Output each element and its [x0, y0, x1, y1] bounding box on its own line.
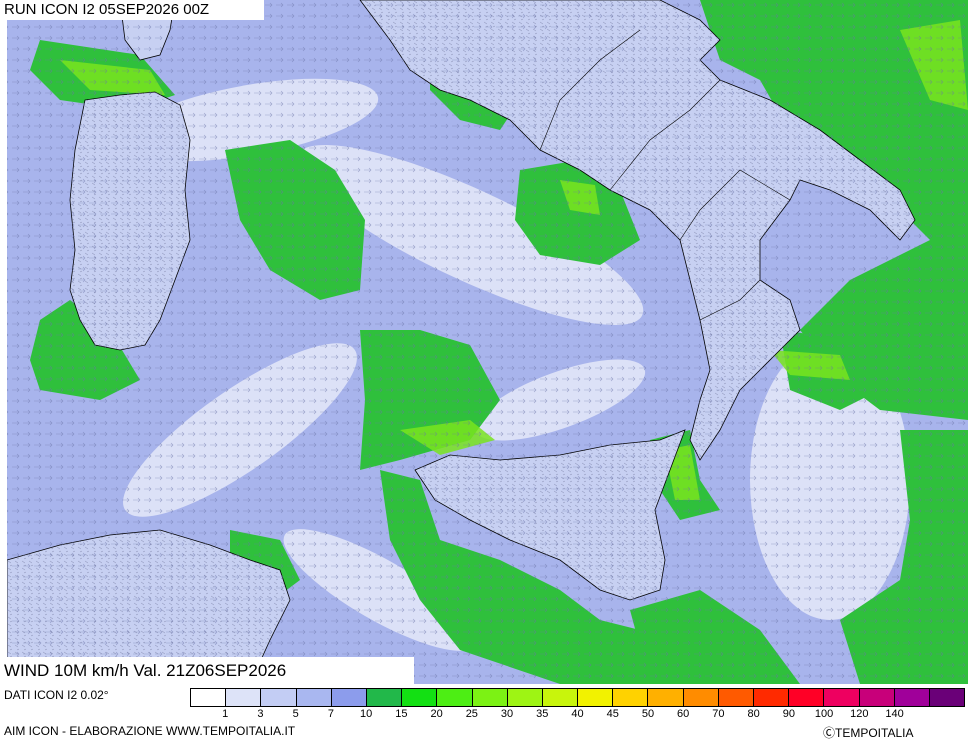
scale-swatch	[366, 689, 403, 706]
scale-tick-label: 40	[571, 708, 584, 720]
scale-tick-label: 120	[850, 708, 869, 720]
scale-tick-label: 80	[747, 708, 760, 720]
scale-swatch	[191, 689, 227, 706]
scale-tick-label: 70	[712, 708, 725, 720]
scale-swatch	[507, 689, 543, 706]
scale-tick-label: 15	[395, 708, 408, 720]
scale-swatch	[578, 689, 614, 706]
scale-tick-label: 10	[360, 708, 373, 720]
scale-tick-label: 90	[782, 708, 795, 720]
scale-tick-label: 7	[327, 708, 334, 720]
source-credit: AIM ICON - ELABORAZIONE WWW.TEMPOITALIA.…	[4, 724, 296, 738]
scale-swatch	[402, 689, 438, 706]
scale-swatch	[472, 689, 508, 706]
scale-tick-label: 140	[885, 708, 904, 720]
scale-swatch	[296, 689, 332, 706]
scale-swatch	[894, 689, 930, 706]
scale-tick-label: 25	[465, 708, 478, 720]
scale-swatch	[683, 689, 719, 706]
color-scale-labels: 1 3 5 7 10 15 20 25 30 35 40 45 50 60 70 80 90 100 120 140	[190, 708, 965, 724]
scale-swatch	[718, 689, 754, 706]
scale-swatch	[859, 689, 895, 706]
scale-swatch	[542, 689, 579, 706]
scale-swatch	[331, 689, 367, 706]
color-scale	[190, 688, 965, 707]
scale-tick-label: 100	[814, 708, 834, 720]
scale-tick-label: 5	[292, 708, 299, 720]
wind-map	[7, 0, 968, 684]
scale-tick-label: 3	[257, 708, 264, 720]
scale-swatch	[648, 689, 684, 706]
scale-tick-label: 30	[500, 708, 514, 720]
scale-swatch	[789, 689, 825, 706]
data-source-label: DATI ICON I2 0.02°	[4, 688, 109, 702]
scale-tick-label: 45	[606, 708, 619, 720]
scale-tick-label: 50	[641, 708, 655, 720]
scale-swatch	[929, 689, 965, 706]
scale-swatch	[226, 689, 262, 706]
scale-swatch	[613, 689, 649, 706]
run-title: RUN ICON I2 05SEP2026 00Z	[0, 0, 264, 20]
scale-swatch	[824, 689, 860, 706]
scale-tick-label: 20	[430, 708, 443, 720]
scale-swatch	[261, 689, 297, 706]
scale-tick-label: 1	[222, 708, 229, 720]
scale-swatch	[437, 689, 473, 706]
variable-title: WIND 10M km/h Val. 21Z06SEP2026	[0, 657, 414, 684]
copyright-label: ⒸTEMPOITALIA	[823, 726, 914, 740]
scale-swatch	[754, 689, 790, 706]
scale-tick-label: 35	[536, 708, 549, 720]
scale-tick-label: 60	[677, 708, 690, 720]
